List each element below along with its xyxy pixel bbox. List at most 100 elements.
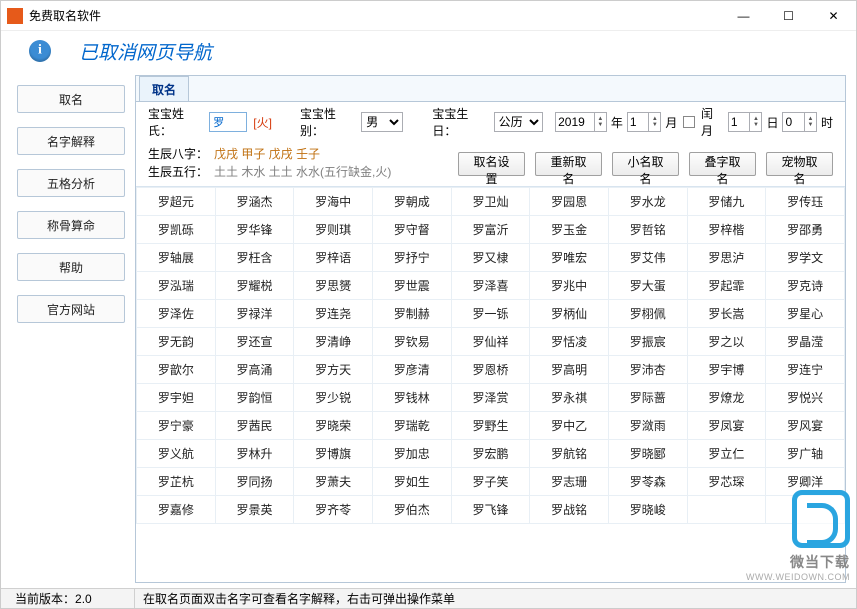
name-cell[interactable]: 罗芷杭 (137, 468, 216, 496)
name-cell[interactable]: 罗朝成 (372, 188, 451, 216)
tab-naming[interactable]: 取名 (139, 76, 189, 101)
name-cell[interactable]: 罗宇博 (687, 356, 766, 384)
name-cell[interactable]: 罗泽喜 (451, 272, 530, 300)
day-spinner[interactable]: 1▲▼ (728, 112, 763, 132)
name-cell[interactable]: 罗瑞乾 (372, 412, 451, 440)
name-cell[interactable]: 罗邵勇 (766, 216, 845, 244)
name-cell[interactable]: 罗传珏 (766, 188, 845, 216)
name-cell[interactable]: 罗芯琛 (687, 468, 766, 496)
name-cell[interactable]: 罗宇妲 (137, 384, 216, 412)
name-cell[interactable]: 罗子笑 (451, 468, 530, 496)
name-cell[interactable]: 罗华锋 (215, 216, 294, 244)
name-cell[interactable]: 罗广轴 (766, 440, 845, 468)
name-cell[interactable]: 罗萧夫 (294, 468, 373, 496)
name-cell[interactable]: 罗燎龙 (687, 384, 766, 412)
year-spinner[interactable]: 2019▲▼ (555, 112, 607, 132)
name-cell[interactable]: 罗轴展 (137, 244, 216, 272)
name-cell[interactable]: 罗伯杰 (372, 496, 451, 524)
sidebar-item-naming[interactable]: 取名 (17, 85, 125, 113)
name-cell[interactable]: 罗航铭 (530, 440, 609, 468)
name-cell[interactable]: 罗立仁 (687, 440, 766, 468)
name-cell[interactable]: 罗歆尔 (137, 356, 216, 384)
surname-input[interactable] (209, 112, 247, 132)
name-cell[interactable]: 罗泽赏 (451, 384, 530, 412)
name-cell[interactable]: 罗唯宏 (530, 244, 609, 272)
name-cell[interactable]: 罗超元 (137, 188, 216, 216)
name-cell[interactable]: 罗海中 (294, 188, 373, 216)
name-cell[interactable]: 罗耀棁 (215, 272, 294, 300)
name-cell[interactable]: 罗高明 (530, 356, 609, 384)
gender-select[interactable]: 男 (361, 112, 403, 132)
name-cell[interactable]: 罗枉含 (215, 244, 294, 272)
name-cell[interactable]: 罗苓森 (608, 468, 687, 496)
name-cell[interactable]: 罗水龙 (608, 188, 687, 216)
name-cell[interactable]: 罗沛杏 (608, 356, 687, 384)
name-cell[interactable]: 罗涵杰 (215, 188, 294, 216)
name-cell[interactable]: 罗方天 (294, 356, 373, 384)
name-cell[interactable]: 罗学文 (766, 244, 845, 272)
name-cell[interactable]: 罗嘉修 (137, 496, 216, 524)
name-cell[interactable]: 罗晓荣 (294, 412, 373, 440)
name-cell[interactable]: 罗园恩 (530, 188, 609, 216)
name-cell[interactable]: 罗制赫 (372, 300, 451, 328)
name-cell[interactable]: 罗少锐 (294, 384, 373, 412)
name-cell[interactable]: 罗钦易 (372, 328, 451, 356)
name-cell[interactable]: 罗还宣 (215, 328, 294, 356)
sidebar-item-wuge[interactable]: 五格分析 (17, 169, 125, 197)
name-cell[interactable]: 罗富沂 (451, 216, 530, 244)
name-cell[interactable]: 罗加忠 (372, 440, 451, 468)
nickname-button[interactable]: 小名取名 (612, 152, 679, 176)
name-cell[interactable]: 罗则琪 (294, 216, 373, 244)
name-cell[interactable]: 罗风宴 (766, 412, 845, 440)
name-cell[interactable]: 罗宏鹏 (451, 440, 530, 468)
name-cell[interactable]: 罗野生 (451, 412, 530, 440)
sidebar-item-help[interactable]: 帮助 (17, 253, 125, 281)
name-cell[interactable]: 罗泓瑞 (137, 272, 216, 300)
name-cell[interactable]: 罗哲铭 (608, 216, 687, 244)
name-cell[interactable]: 罗仙祥 (451, 328, 530, 356)
name-cell[interactable]: 罗景英 (215, 496, 294, 524)
name-cell[interactable]: 罗梓语 (294, 244, 373, 272)
name-cell[interactable]: 罗之以 (687, 328, 766, 356)
minimize-button[interactable]: — (721, 2, 766, 30)
name-cell[interactable]: 罗玉金 (530, 216, 609, 244)
name-cell[interactable]: 罗清峥 (294, 328, 373, 356)
name-cell[interactable]: 罗抒宁 (372, 244, 451, 272)
name-cell[interactable]: 罗又棣 (451, 244, 530, 272)
name-cell[interactable]: 罗永祺 (530, 384, 609, 412)
name-cell[interactable]: 罗茜民 (215, 412, 294, 440)
name-cell[interactable]: 罗志珊 (530, 468, 609, 496)
name-cell[interactable]: 罗韵恒 (215, 384, 294, 412)
name-cell[interactable]: 罗宁豪 (137, 412, 216, 440)
name-cell[interactable]: 罗兆中 (530, 272, 609, 300)
name-cell[interactable]: 罗林升 (215, 440, 294, 468)
name-cell[interactable]: 罗钱林 (372, 384, 451, 412)
name-cell[interactable]: 罗晶滢 (766, 328, 845, 356)
name-cell[interactable]: 罗同扬 (215, 468, 294, 496)
name-cell[interactable]: 罗储九 (687, 188, 766, 216)
name-cell[interactable]: 罗大蛋 (608, 272, 687, 300)
name-cell[interactable]: 罗恬凌 (530, 328, 609, 356)
name-cell[interactable]: 罗晓郾 (608, 440, 687, 468)
name-cell[interactable]: 罗凯砾 (137, 216, 216, 244)
calendar-select[interactable]: 公历 (494, 112, 544, 132)
name-cell[interactable]: 罗克诗 (766, 272, 845, 300)
sidebar-item-official[interactable]: 官方网站 (17, 295, 125, 323)
month-spinner[interactable]: 1▲▼ (627, 112, 662, 132)
stackname-button[interactable]: 叠字取名 (689, 152, 756, 176)
name-cell[interactable]: 罗卫灿 (451, 188, 530, 216)
name-cell[interactable]: 罗博旗 (294, 440, 373, 468)
name-cell[interactable]: 罗起霏 (687, 272, 766, 300)
rename-button[interactable]: 重新取名 (535, 152, 602, 176)
sidebar-item-explain[interactable]: 名字解释 (17, 127, 125, 155)
maximize-button[interactable]: ☐ (766, 2, 811, 30)
name-cell[interactable]: 罗连尧 (294, 300, 373, 328)
name-cell[interactable]: 罗世震 (372, 272, 451, 300)
settings-button[interactable]: 取名设置 (458, 152, 525, 176)
name-cell[interactable]: 罗中乙 (530, 412, 609, 440)
name-cell[interactable]: 罗悦兴 (766, 384, 845, 412)
sidebar-item-chenggu[interactable]: 称骨算命 (17, 211, 125, 239)
leap-checkbox[interactable] (683, 116, 695, 128)
name-cell[interactable]: 罗恩桥 (451, 356, 530, 384)
name-cell[interactable]: 罗飞锋 (451, 496, 530, 524)
